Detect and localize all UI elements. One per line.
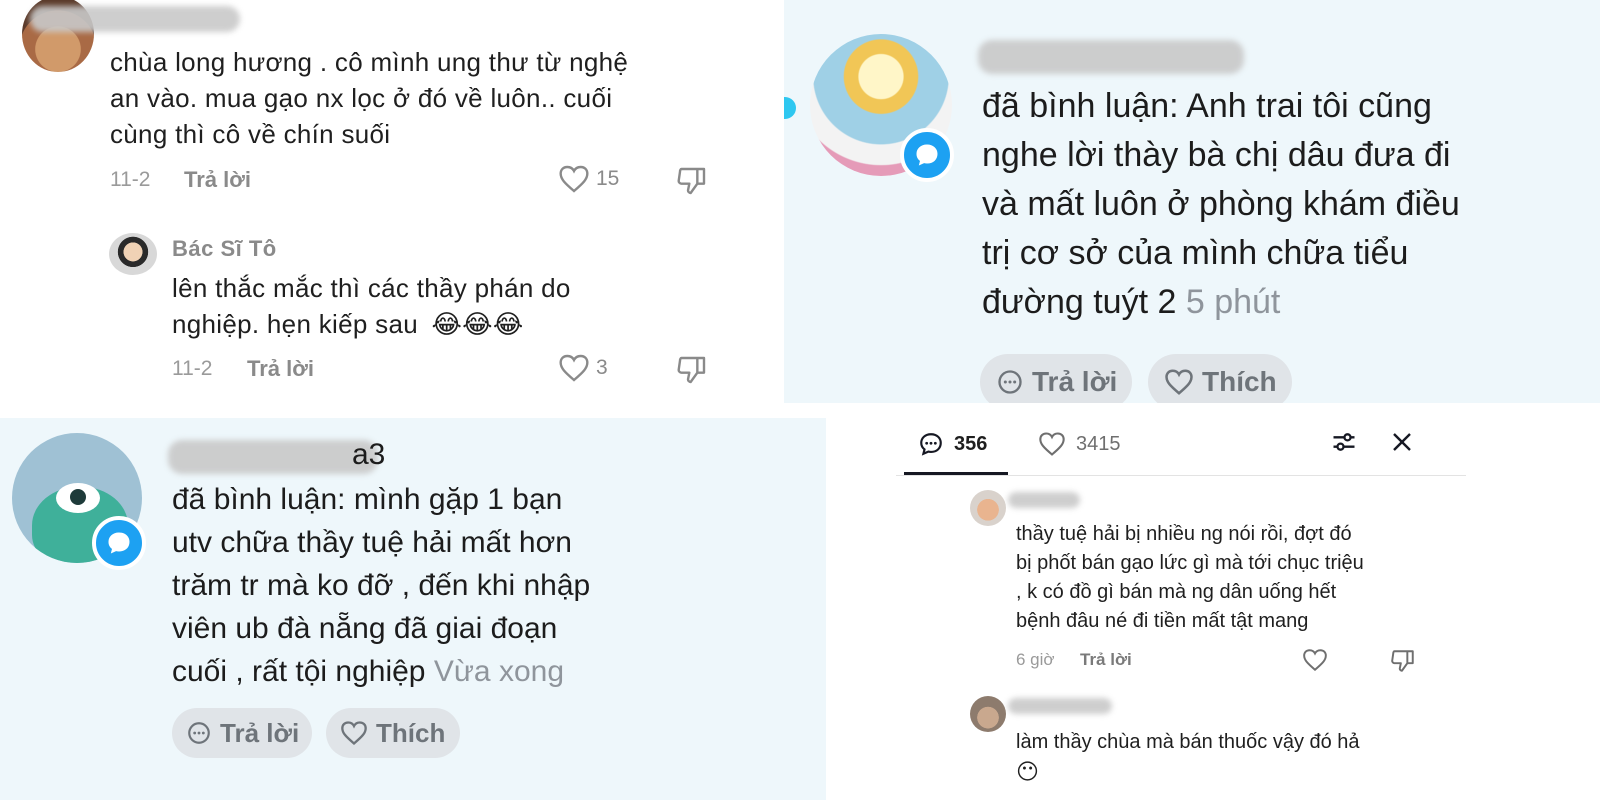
comments-sheet: 356 3415 thầy tuệ hải bị nhiều ng nói rồ…	[896, 418, 1600, 800]
header-divider	[896, 475, 1466, 476]
username-blurred	[168, 440, 378, 474]
speechless-emoji: 😶	[1016, 759, 1039, 784]
chat-bubble-icon	[108, 532, 130, 554]
heart-icon	[1039, 432, 1065, 456]
username-blurred	[978, 40, 1244, 74]
tab-comments[interactable]: 356	[918, 428, 987, 460]
comment-text-line: đường tuýt 2	[982, 283, 1177, 321]
username-partial[interactable]: a3	[352, 438, 385, 472]
comment-text-line: cuối , rất tội nghiệp	[172, 655, 426, 688]
dislike-icon[interactable]	[1390, 649, 1416, 673]
comments-count: 356	[954, 432, 988, 455]
like-button[interactable]: Thích	[1148, 354, 1292, 403]
like-button[interactable]: 15	[558, 164, 619, 194]
comment-text-line: viên ub đà nẵng đã giai đoạn	[172, 612, 558, 645]
comment-text-line: , k có đồ gì bán mà ng dân uống hết	[1016, 581, 1337, 603]
like-count: 15	[596, 167, 620, 190]
comment-text-line: utv chữa thầy tuệ hải mất hơn	[172, 526, 572, 559]
comment-text-line: trăm tr mà ko đỡ , đến khi nhập	[172, 569, 591, 602]
dislike-icon[interactable]	[676, 166, 708, 196]
comment-icon	[920, 433, 942, 456]
username-blurred	[1008, 492, 1080, 508]
reply-button[interactable]: Trả lời	[1080, 650, 1132, 670]
username-blurred	[1008, 698, 1112, 714]
commenter-avatar[interactable]	[970, 490, 1006, 526]
dislike-icon[interactable]	[676, 355, 708, 385]
comment-text-line: cùng thì cô về chín suối	[110, 119, 391, 149]
unread-dot	[784, 97, 796, 119]
reply-button[interactable]: Trả lời	[980, 354, 1132, 403]
like-count: 3	[596, 356, 608, 379]
tab-likes[interactable]: 3415	[1038, 428, 1121, 460]
reply-label: Trả lời	[1032, 366, 1118, 397]
laughing-emoji: 😂😂😂	[431, 309, 524, 339]
comment-text-line: đã bình luận: mình gặp 1 bạn	[172, 483, 563, 516]
comment-panel-top-right: đã bình luận: Anh trai tôi cũng nghe lời…	[784, 0, 1600, 403]
heart-icon	[559, 354, 589, 382]
chat-bubble-icon	[998, 370, 1022, 394]
like-button[interactable]: 3	[558, 353, 608, 383]
comment-text-line: thầy tuệ hải bị nhiều ng nói rồi, đợt đó	[1016, 523, 1352, 545]
like-label: Thích	[1202, 366, 1277, 397]
like-label: Thích	[376, 717, 446, 748]
reply-button[interactable]: Trả lời	[172, 708, 312, 758]
reply-button[interactable]: Trả lời	[184, 167, 251, 193]
reply-button[interactable]: Trả lời	[247, 356, 314, 382]
comment-date: 11-2	[172, 357, 213, 380]
commenter-avatar[interactable]	[970, 696, 1006, 732]
comment-text-line: an vào. mua gạo nx lọc ở đó về luôn.. cu…	[110, 83, 613, 113]
heart-icon	[559, 165, 589, 193]
verified-badge-icon	[900, 128, 954, 182]
comment-text-line: nghe lời thày bà chị dâu đưa đi	[982, 136, 1451, 174]
comment-time: Vừa xong	[433, 655, 565, 688]
username-blurred	[30, 6, 240, 32]
heart-icon	[341, 721, 367, 746]
comment-text-line: và mất luôn ở phòng khám điều	[982, 185, 1460, 223]
comment-text-line: lên thắc mắc thì các thầy phán do	[172, 273, 571, 303]
commenter-avatar[interactable]	[109, 233, 157, 275]
comment-text-line: chùa long hương . cô mình ung thư từ ngh…	[110, 47, 629, 77]
comment-time: 5 phút	[1185, 283, 1281, 321]
like-button[interactable]: Thích	[326, 708, 460, 758]
chat-bubble-icon	[188, 722, 210, 744]
heart-icon[interactable]	[1302, 648, 1328, 672]
comment-text-line: đã bình luận: Anh trai tôi cũng	[982, 87, 1432, 125]
comment-panel-top-left: chùa long hương . cô mình ung thư từ ngh…	[0, 0, 784, 403]
heart-icon	[1165, 369, 1193, 395]
chat-bubble-icon	[916, 144, 938, 166]
comment-text-line: bệnh đâu né đi tiền mất tật mang	[1016, 610, 1309, 632]
comment-text-line: trị cơ sở của mình chữa tiểu	[982, 234, 1409, 272]
likes-count: 3415	[1076, 432, 1121, 455]
comment-panel-bottom-left: a3 đã bình luận: mình gặp 1 bạn utv chữa…	[0, 418, 826, 800]
filter-icon[interactable]	[1330, 428, 1358, 456]
comment-text-line: nghiệp. hẹn kiếp sau	[172, 309, 418, 339]
comment-date: 11-2	[110, 168, 151, 191]
comment-text-line: làm thầy chùa mà bán thuốc vậy đó hả	[1016, 731, 1360, 753]
commenter-username[interactable]: Bác Sĩ Tô	[172, 236, 277, 262]
comment-time: 6 giờ	[1016, 650, 1055, 669]
reply-label: Trả lời	[220, 717, 300, 748]
comment-text-line: bị phốt bán gạo lức gì mà tới chục triệu	[1016, 552, 1364, 574]
verified-badge-icon	[92, 516, 146, 570]
close-icon[interactable]	[1390, 430, 1414, 454]
